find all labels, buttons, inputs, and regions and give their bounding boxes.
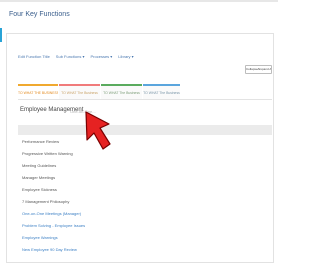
top-bar <box>0 0 278 2</box>
sub-functions-menu[interactable]: Sub Functions ▾ <box>56 54 85 59</box>
tab-3[interactable]: TO WHAT The Business <box>101 84 142 99</box>
list-item[interactable]: New Employee 90 Day Review <box>22 247 77 252</box>
section-header-bar <box>18 125 272 135</box>
tab-1[interactable]: TO WHAT THE BUSINESS <box>18 84 58 99</box>
library-menu[interactable]: Library ▾ <box>118 54 133 59</box>
processes-menu[interactable]: Processes ▾ <box>91 54 113 59</box>
arrow-cursor-icon <box>85 111 111 150</box>
list-item[interactable]: One-on-One Meetings (Manager) <box>22 211 81 216</box>
list-item[interactable]: Problem Solving - Employee Issues <box>22 223 85 228</box>
list-item[interactable]: Performance Review <box>22 139 59 144</box>
list-item[interactable]: Employee Warnings <box>22 235 58 240</box>
page-title: Four Key Functions <box>9 11 70 18</box>
main-panel <box>6 33 274 263</box>
edit-function-title-link[interactable]: Edit Function Title <box>18 54 50 59</box>
list-item[interactable]: 7 Management Philosophy <box>22 199 69 204</box>
sidebar-accent <box>0 28 2 42</box>
function-tabs: TO WHAT THE BUSINESS TO WHAT The Busines… <box>18 84 180 99</box>
list-item[interactable]: Manager Meetings <box>22 175 55 180</box>
tab-4[interactable]: TO WHAT The Business <box>143 84 180 99</box>
tabs-divider <box>18 99 272 100</box>
list-item[interactable]: Meeting Guidelines <box>22 163 56 168</box>
tab-2[interactable]: TO WHAT The Business <box>59 84 100 99</box>
collapse-expand-button[interactable]: Collapse/Expand All <box>245 65 272 74</box>
function-toolbar: Edit Function Title Sub Functions ▾ Proc… <box>18 54 134 59</box>
list-item[interactable]: Employee Sickness <box>22 187 57 192</box>
list-item[interactable]: Progressive Written Warning <box>22 151 73 156</box>
